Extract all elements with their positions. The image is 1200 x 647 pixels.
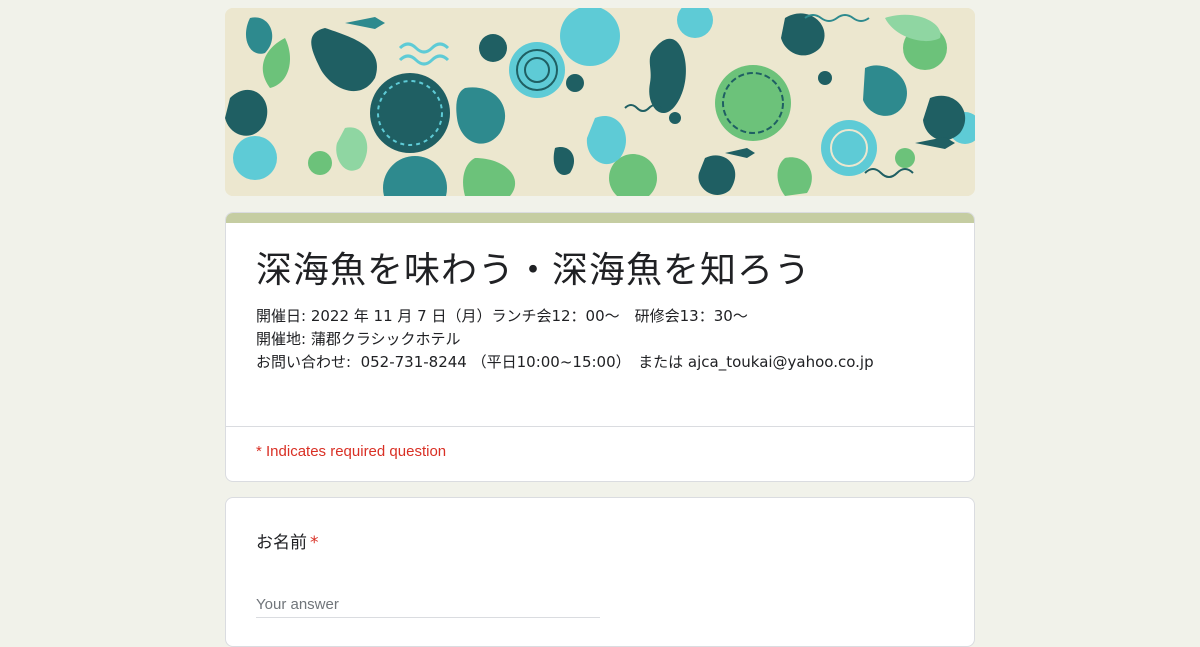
ocean-fish-pattern-icon	[225, 8, 975, 196]
question-label-text: お名前	[256, 533, 307, 553]
form-description: 開催日: 2022 年 11 月 7 日（月）ランチ会12：00～ 研修会13：…	[256, 305, 874, 374]
form-title: 深海魚を味わう・深海魚を知ろう	[256, 250, 812, 291]
description-line-venue: 開催地: 蒲郡クラシックホテル	[256, 330, 461, 348]
required-note: * Indicates required question	[256, 443, 447, 460]
form-header-card: 深海魚を味わう・深海魚を知ろう 開催日: 2022 年 11 月 7 日（月）ラ…	[225, 212, 975, 482]
question-card: お名前 *	[225, 497, 975, 647]
divider	[226, 426, 974, 427]
header-banner	[225, 8, 975, 196]
description-line-date: 開催日: 2022 年 11 月 7 日（月）ランチ会12：00～ 研修会13：…	[256, 307, 748, 325]
required-asterisk: *	[310, 533, 319, 553]
description-line-contact: お問い合わせ: 052-731-8244 （平日10:00~15:00） または…	[256, 353, 874, 371]
accent-bar	[226, 213, 974, 223]
question-label: お名前 *	[256, 528, 319, 553]
name-answer-input[interactable]	[256, 591, 600, 618]
